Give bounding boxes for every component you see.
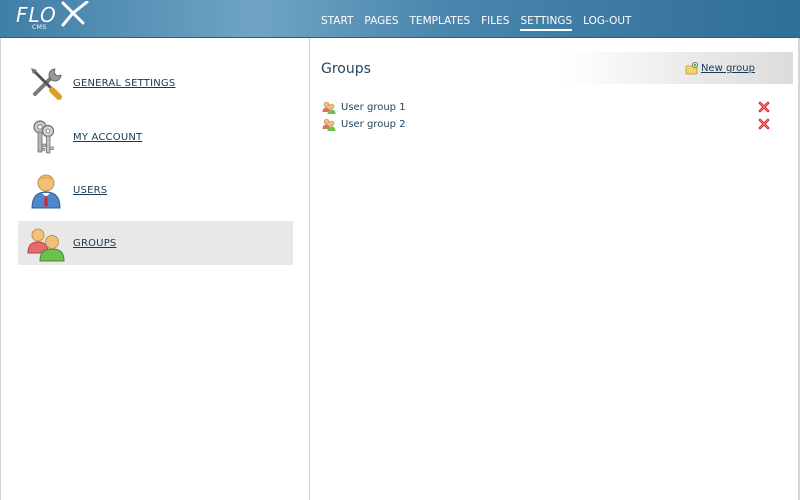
group-icon — [322, 118, 336, 131]
group-name[interactable]: User group 2 — [341, 119, 406, 130]
new-group-icon — [685, 62, 698, 75]
nav-pages[interactable]: PAGES — [364, 14, 398, 31]
group-row: User group 2 — [322, 116, 772, 132]
sidebar-item-label: GENERAL SETTINGS — [73, 77, 176, 89]
group-name[interactable]: User group 1 — [341, 102, 406, 113]
sidebar-item-label: USERS — [73, 184, 108, 196]
nav-log-out[interactable]: LOG-OUT — [583, 14, 631, 31]
settings-sidebar: GENERAL SETTINGS MY ACCOUNT USERS GROUPS — [1, 38, 309, 500]
delete-icon[interactable] — [758, 101, 770, 113]
group-row: User group 1 — [322, 99, 772, 115]
groups-panel: Groups New group User group 1 User group… — [310, 38, 798, 500]
top-header: FLO CMS START PAGES TEMPLATES FILES SETT… — [0, 0, 800, 38]
sidebar-item-label: GROUPS — [73, 237, 117, 249]
flox-logo[interactable]: FLO CMS — [16, 1, 89, 35]
user-icon — [31, 174, 61, 209]
nav-start[interactable]: START — [321, 14, 353, 31]
sidebar-item-my-account[interactable]: MY ACCOUNT — [18, 115, 293, 159]
groups-header-bar: Groups New group — [315, 52, 793, 84]
group-icon — [322, 101, 336, 114]
nav-settings[interactable]: SETTINGS — [520, 14, 573, 31]
content-frame: GENERAL SETTINGS MY ACCOUNT USERS GROUPS… — [0, 38, 800, 500]
delete-icon[interactable] — [758, 118, 770, 130]
group-icon — [27, 228, 65, 262]
logo-subtitle: CMS — [32, 24, 47, 31]
nav-templates[interactable]: TEMPLATES — [410, 14, 471, 31]
new-group-button[interactable]: New group — [685, 62, 755, 75]
logo-x-icon — [61, 1, 89, 27]
tools-icon — [31, 68, 62, 100]
keys-icon — [33, 120, 55, 154]
nav-files[interactable]: FILES — [481, 14, 509, 31]
sidebar-item-users[interactable]: USERS — [18, 168, 293, 212]
sidebar-item-label: MY ACCOUNT — [73, 131, 143, 143]
page-title: Groups — [321, 61, 371, 77]
sidebar-item-groups[interactable]: GROUPS — [18, 221, 293, 265]
main-nav: START PAGES TEMPLATES FILES SETTINGS LOG… — [315, 14, 636, 31]
sidebar-item-general-settings[interactable]: GENERAL SETTINGS — [18, 61, 293, 105]
new-group-label: New group — [700, 63, 755, 74]
